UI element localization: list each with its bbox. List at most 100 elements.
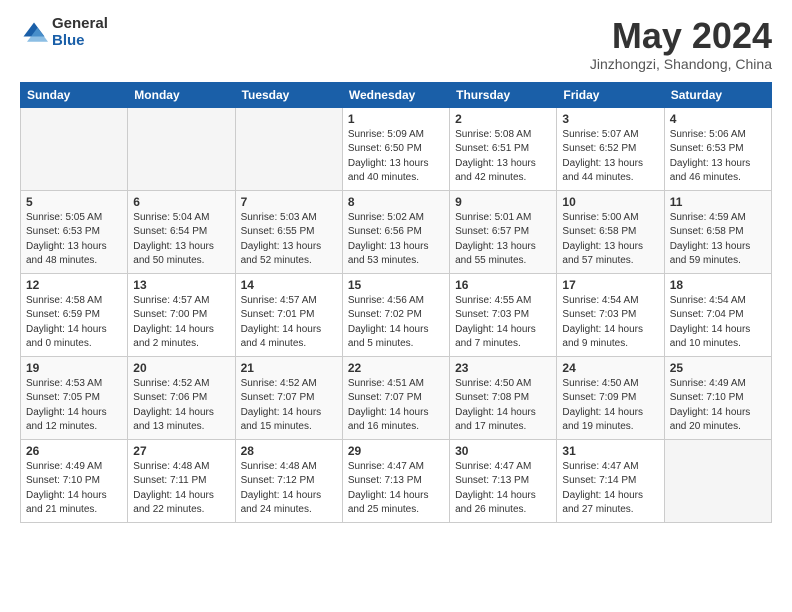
- day-number: 28: [241, 444, 337, 458]
- month-title: May 2024: [590, 16, 772, 56]
- calendar-cell: 6 Sunrise: 5:04 AM Sunset: 6:54 PM Daylig…: [128, 190, 235, 273]
- day-number: 17: [562, 278, 658, 292]
- day-number: 4: [670, 112, 766, 126]
- day-number: 16: [455, 278, 551, 292]
- day-number: 26: [26, 444, 122, 458]
- calendar-week-3: 19Sunrise: 4:53 AM Sunset: 7:05 PM Dayli…: [21, 356, 772, 439]
- day-number: 3: [562, 112, 658, 126]
- calendar-table: SundayMondayTuesdayWednesdayThursdayFrid…: [20, 82, 772, 523]
- day-info: Sunrise: 4:53 AM Sunset: 7:05 PM Dayligh…: [26, 377, 122, 435]
- day-number: 2: [455, 112, 551, 126]
- day-info: Sunrise: 5:00 AM Sunset: 6:58 PM Dayligh…: [562, 211, 658, 269]
- day-number: 12: [26, 278, 122, 292]
- calendar-cell: 18 Sunrise: 4:54 AM Sunset: 7:04 PM Dayli…: [664, 273, 771, 356]
- calendar-header-saturday: Saturday: [664, 82, 771, 107]
- day-number: 27: [133, 444, 229, 458]
- day-info: Sunrise: 4:47 AM Sunset: 7:13 PM Dayligh…: [455, 460, 551, 518]
- calendar-cell: 8Sunrise: 5:02 AM Sunset: 6:56 PM Daylig…: [342, 190, 449, 273]
- day-info: Sunrise: 4:50 AM Sunset: 7:09 PM Dayligh…: [562, 377, 658, 435]
- calendar-cell: 2Sunrise: 5:08 AM Sunset: 6:51 PM Daylig…: [450, 107, 557, 190]
- calendar-cell: 15Sunrise: 4:56 AM Sunset: 7:02 PM Dayli…: [342, 273, 449, 356]
- title-block: May 2024 Jinzhongzi, Shandong, China: [590, 16, 772, 72]
- day-info: Sunrise: 4:54 AM Sunset: 7:03 PM Dayligh…: [562, 294, 658, 352]
- day-number: 13: [133, 278, 229, 292]
- day-info: Sunrise: 4:47 AM Sunset: 7:13 PM Dayligh…: [348, 460, 444, 518]
- calendar-cell: 29 Sunrise: 4:47 AM Sunset: 7:13 PM Dayli…: [342, 439, 449, 522]
- day-info: Sunrise: 4:57 AM Sunset: 7:00 PM Dayligh…: [133, 294, 229, 352]
- calendar-cell: 10 Sunrise: 5:00 AM Sunset: 6:58 PM Dayli…: [557, 190, 664, 273]
- calendar-cell: 30 Sunrise: 4:47 AM Sunset: 7:13 PM Dayli…: [450, 439, 557, 522]
- calendar-header-row: SundayMondayTuesdayWednesdayThursdayFrid…: [21, 82, 772, 107]
- day-number: 23: [455, 361, 551, 375]
- header: General Blue May 2024 Jinzhongzi, Shando…: [20, 16, 772, 72]
- calendar-cell: 5 Sunrise: 5:05 AM Sunset: 6:53 PM Daylig…: [21, 190, 128, 273]
- calendar-cell: [128, 107, 235, 190]
- day-info: Sunrise: 5:09 AM Sunset: 6:50 PM Dayligh…: [348, 128, 444, 186]
- logo-blue: Blue: [52, 33, 108, 50]
- day-number: 10: [562, 195, 658, 209]
- calendar-week-0: 1 Sunrise: 5:09 AM Sunset: 6:50 PM Daylig…: [21, 107, 772, 190]
- logo-text: General Blue: [52, 16, 108, 49]
- day-info: Sunrise: 4:50 AM Sunset: 7:08 PM Dayligh…: [455, 377, 551, 435]
- day-number: 7: [241, 195, 337, 209]
- day-number: 5: [26, 195, 122, 209]
- day-info: Sunrise: 4:59 AM Sunset: 6:58 PM Dayligh…: [670, 211, 766, 269]
- day-number: 1: [348, 112, 444, 126]
- calendar-cell: [235, 107, 342, 190]
- day-info: Sunrise: 4:57 AM Sunset: 7:01 PM Dayligh…: [241, 294, 337, 352]
- location: Jinzhongzi, Shandong, China: [590, 56, 772, 72]
- day-info: Sunrise: 5:03 AM Sunset: 6:55 PM Dayligh…: [241, 211, 337, 269]
- calendar-cell: 23 Sunrise: 4:50 AM Sunset: 7:08 PM Dayli…: [450, 356, 557, 439]
- day-number: 9: [455, 195, 551, 209]
- day-info: Sunrise: 5:07 AM Sunset: 6:52 PM Dayligh…: [562, 128, 658, 186]
- day-number: 21: [241, 361, 337, 375]
- calendar-cell: 21 Sunrise: 4:52 AM Sunset: 7:07 PM Dayli…: [235, 356, 342, 439]
- calendar-cell: 16 Sunrise: 4:55 AM Sunset: 7:03 PM Dayli…: [450, 273, 557, 356]
- day-info: Sunrise: 5:04 AM Sunset: 6:54 PM Dayligh…: [133, 211, 229, 269]
- calendar-cell: 11 Sunrise: 4:59 AM Sunset: 6:58 PM Dayli…: [664, 190, 771, 273]
- calendar-cell: 20Sunrise: 4:52 AM Sunset: 7:06 PM Dayli…: [128, 356, 235, 439]
- logo: General Blue: [20, 16, 108, 49]
- day-number: 25: [670, 361, 766, 375]
- day-number: 30: [455, 444, 551, 458]
- day-number: 18: [670, 278, 766, 292]
- day-number: 29: [348, 444, 444, 458]
- day-info: Sunrise: 5:05 AM Sunset: 6:53 PM Dayligh…: [26, 211, 122, 269]
- calendar-cell: 25 Sunrise: 4:49 AM Sunset: 7:10 PM Dayli…: [664, 356, 771, 439]
- day-info: Sunrise: 5:06 AM Sunset: 6:53 PM Dayligh…: [670, 128, 766, 186]
- day-info: Sunrise: 4:49 AM Sunset: 7:10 PM Dayligh…: [670, 377, 766, 435]
- calendar-cell: 26Sunrise: 4:49 AM Sunset: 7:10 PM Dayli…: [21, 439, 128, 522]
- day-info: Sunrise: 4:54 AM Sunset: 7:04 PM Dayligh…: [670, 294, 766, 352]
- calendar-cell: 19Sunrise: 4:53 AM Sunset: 7:05 PM Dayli…: [21, 356, 128, 439]
- calendar-cell: 9 Sunrise: 5:01 AM Sunset: 6:57 PM Daylig…: [450, 190, 557, 273]
- day-info: Sunrise: 4:48 AM Sunset: 7:12 PM Dayligh…: [241, 460, 337, 518]
- calendar-cell: 22Sunrise: 4:51 AM Sunset: 7:07 PM Dayli…: [342, 356, 449, 439]
- day-number: 6: [133, 195, 229, 209]
- day-info: Sunrise: 4:55 AM Sunset: 7:03 PM Dayligh…: [455, 294, 551, 352]
- calendar-header-friday: Friday: [557, 82, 664, 107]
- calendar-cell: 3 Sunrise: 5:07 AM Sunset: 6:52 PM Daylig…: [557, 107, 664, 190]
- day-info: Sunrise: 4:58 AM Sunset: 6:59 PM Dayligh…: [26, 294, 122, 352]
- calendar-cell: 27Sunrise: 4:48 AM Sunset: 7:11 PM Dayli…: [128, 439, 235, 522]
- day-info: Sunrise: 4:52 AM Sunset: 7:07 PM Dayligh…: [241, 377, 337, 435]
- logo-icon: [20, 19, 48, 47]
- calendar-cell: 13 Sunrise: 4:57 AM Sunset: 7:00 PM Dayli…: [128, 273, 235, 356]
- page: General Blue May 2024 Jinzhongzi, Shando…: [0, 0, 792, 539]
- day-number: 24: [562, 361, 658, 375]
- day-number: 8: [348, 195, 444, 209]
- calendar-cell: 28 Sunrise: 4:48 AM Sunset: 7:12 PM Dayli…: [235, 439, 342, 522]
- day-info: Sunrise: 4:47 AM Sunset: 7:14 PM Dayligh…: [562, 460, 658, 518]
- calendar-cell: 1 Sunrise: 5:09 AM Sunset: 6:50 PM Daylig…: [342, 107, 449, 190]
- calendar-week-4: 26Sunrise: 4:49 AM Sunset: 7:10 PM Dayli…: [21, 439, 772, 522]
- day-number: 31: [562, 444, 658, 458]
- calendar-week-1: 5 Sunrise: 5:05 AM Sunset: 6:53 PM Daylig…: [21, 190, 772, 273]
- calendar-cell: [21, 107, 128, 190]
- day-number: 20: [133, 361, 229, 375]
- day-number: 11: [670, 195, 766, 209]
- day-info: Sunrise: 5:01 AM Sunset: 6:57 PM Dayligh…: [455, 211, 551, 269]
- calendar-cell: 24 Sunrise: 4:50 AM Sunset: 7:09 PM Dayli…: [557, 356, 664, 439]
- calendar-header-wednesday: Wednesday: [342, 82, 449, 107]
- logo-general: General: [52, 16, 108, 33]
- calendar-cell: 17 Sunrise: 4:54 AM Sunset: 7:03 PM Dayli…: [557, 273, 664, 356]
- calendar-cell: 31 Sunrise: 4:47 AM Sunset: 7:14 PM Dayli…: [557, 439, 664, 522]
